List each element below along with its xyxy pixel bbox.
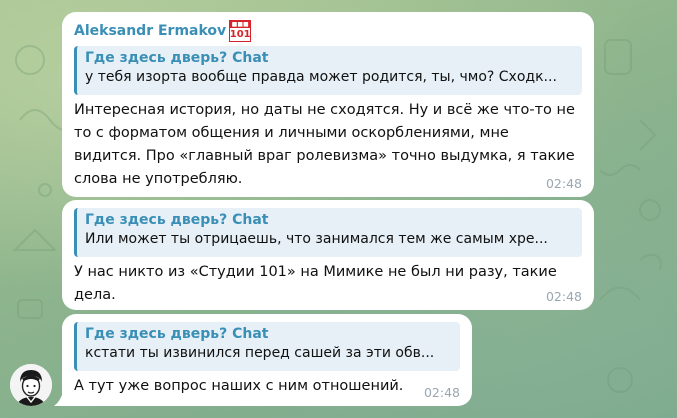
message-line: дела. [74,287,116,303]
reply-quote[interactable]: Где здесь дверь? Chat кстати ты извинилс… [74,322,460,371]
message-bubble[interactable]: Где здесь дверь? Chat Или может ты отриц… [62,200,594,310]
message-time: 02:48 [423,385,460,400]
reply-quote[interactable]: Где здесь дверь? Chat у тебя изорта вооб… [74,46,582,95]
message-line: видится. Про «главный враг ролевизма» то… [74,148,575,164]
message-time: 02:48 [545,176,582,191]
reply-text: у тебя изорта вообще правда может родитс… [85,69,557,85]
sender-name[interactable]: Aleksandr Ermakov [74,23,226,39]
message-text: Интересная история, но даты не сходятся.… [74,99,582,191]
message-line: то с форматом общения и личными оскорбле… [74,125,509,141]
badge-top-stripe: ■■■ [230,21,251,28]
bubble-tail [54,392,63,406]
message-line: слова не употребляю. [74,171,243,187]
avatar-portrait-icon [10,364,52,406]
reply-title: Где здесь дверь? Chat [85,50,269,66]
reply-quote[interactable]: Где здесь дверь? Chat Или может ты отриц… [74,208,582,257]
reply-text: Или может ты отрицаешь, что занимался те… [85,231,548,247]
message-line: Интересная история, но даты не сходятся.… [74,102,575,118]
studio-101-badge-icon: ■■■ 101 [229,20,252,42]
message-text: А тут уже вопрос наших с ним отношений. [74,375,460,398]
reply-text: кстати ты извинился перед сашей за эти о… [85,345,435,361]
message-bubble[interactable]: Aleksandr Ermakov ■■■ 101 Где здесь двер… [62,12,594,197]
badge-number: 101 [229,29,251,40]
message-line: А тут уже вопрос наших с ним отношений. [74,378,404,394]
sender-avatar[interactable] [10,364,52,406]
message-bubble[interactable]: Где здесь дверь? Chat кстати ты извинилс… [54,314,472,406]
message-time: 02:48 [545,289,582,304]
sender-header: Aleksandr Ermakov ■■■ 101 [74,18,582,44]
message-text: У нас никто из «Студии 101» на Мимике не… [74,261,582,307]
reply-title: Где здесь дверь? Chat [85,212,269,228]
message-line: У нас никто из «Студии 101» на Мимике не… [74,264,557,280]
reply-title: Где здесь дверь? Chat [85,326,269,342]
